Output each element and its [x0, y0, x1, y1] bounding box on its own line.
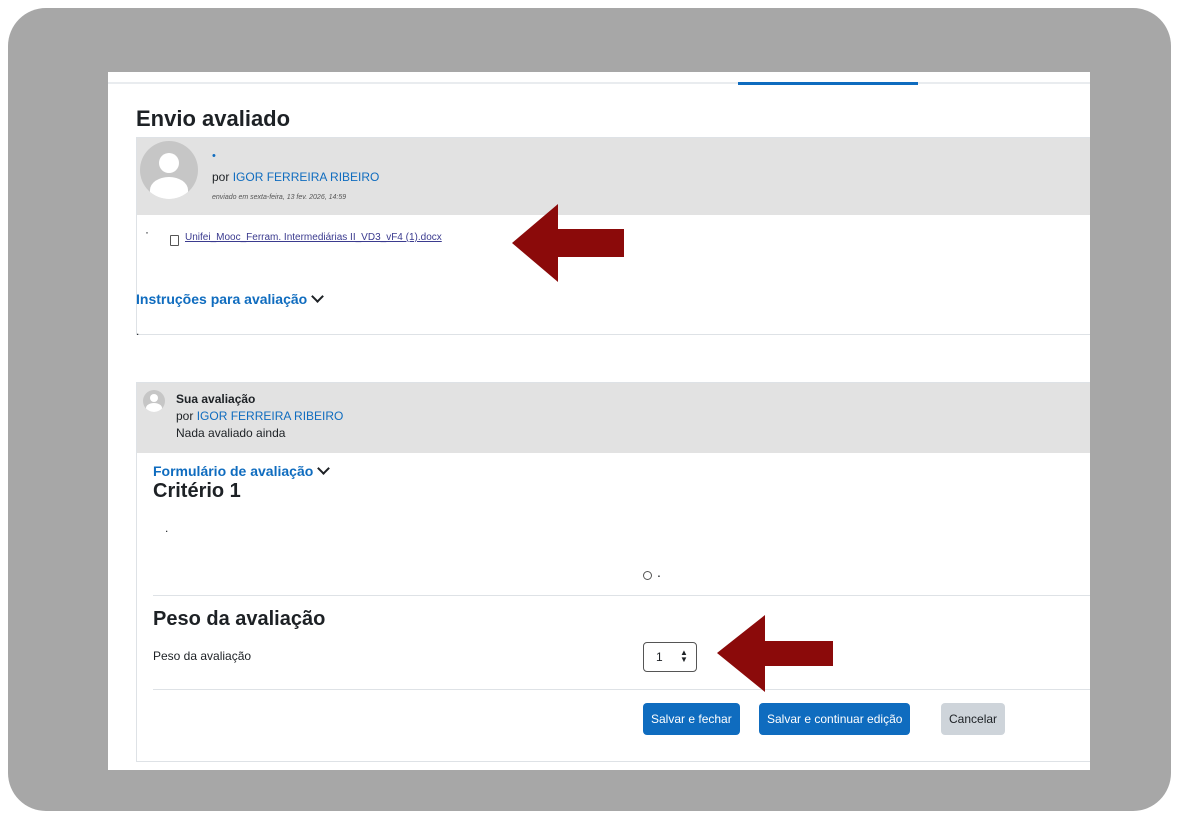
annotation-arrow-file	[512, 204, 624, 282]
assessment-card: Sua avaliação por IGOR FERREIRA RIBEIRO …	[136, 382, 1090, 762]
content-panel: Envio avaliado • por IGOR FERREIRA RIBEI…	[108, 72, 1090, 770]
submission-date: enviado em sexta-feira, 13 fev. 2026, 14…	[212, 194, 347, 201]
assessment-form-title: Formulário de avaliação	[153, 463, 314, 479]
assessment-author: por IGOR FERREIRA RIBEIRO	[176, 409, 343, 423]
submission-author: por IGOR FERREIRA RIBEIRO	[212, 170, 379, 184]
author-link[interactable]: IGOR FERREIRA RIBEIRO	[233, 170, 380, 184]
divider	[153, 689, 1090, 690]
assessment-header: Sua avaliação por IGOR FERREIRA RIBEIRO …	[137, 383, 1090, 453]
author-link[interactable]: IGOR FERREIRA RIBEIRO	[197, 409, 344, 423]
grade-radio-label: .	[657, 564, 661, 580]
weight-select[interactable]: 1 ▲ ▼	[643, 642, 697, 672]
active-tab-indicator	[738, 82, 918, 85]
save-close-button[interactable]: Salvar e fechar	[643, 703, 740, 735]
criterion-title: Critério 1	[153, 480, 241, 502]
select-arrows-icon: ▲ ▼	[680, 648, 688, 664]
avatar	[140, 141, 198, 199]
criterion-description: .	[165, 521, 169, 535]
weight-label: Peso da avaliação	[153, 649, 252, 663]
divider	[153, 595, 1090, 596]
instructions-toggle[interactable]: Instruções para avaliação	[136, 290, 325, 307]
weight-select-value: 1	[656, 650, 663, 664]
tab-divider	[108, 82, 1090, 84]
chevron-down-icon	[311, 290, 325, 303]
assessment-status: Nada avaliado ainda	[176, 426, 286, 440]
weight-section-title: Peso da avaliação	[153, 608, 326, 630]
assessment-title: Sua avaliação	[176, 392, 256, 406]
chevron-down-icon	[317, 462, 331, 475]
author-prefix: por	[176, 409, 194, 423]
attachment-link[interactable]: Unifei_Mooc_Ferram. Intermediárias II_VD…	[185, 232, 442, 243]
page-title: Envio avaliado	[136, 106, 291, 131]
submission-title-dot[interactable]: •	[212, 150, 216, 162]
document-icon	[170, 235, 179, 246]
list-bullet: ·	[145, 225, 149, 239]
grade-radio[interactable]	[643, 571, 652, 580]
instructions-title: Instruções para avaliação	[136, 291, 308, 307]
assessment-form-toggle[interactable]: Formulário de avaliação	[153, 462, 331, 479]
cancel-button[interactable]: Cancelar	[941, 703, 1006, 735]
screenshot-frame: Envio avaliado • por IGOR FERREIRA RIBEI…	[8, 8, 1171, 811]
avatar	[143, 390, 165, 412]
author-prefix: por	[212, 170, 230, 184]
instructions-body: .	[136, 324, 140, 338]
annotation-arrow-weight	[717, 615, 833, 692]
save-continue-button[interactable]: Salvar e continuar edição	[759, 703, 911, 735]
